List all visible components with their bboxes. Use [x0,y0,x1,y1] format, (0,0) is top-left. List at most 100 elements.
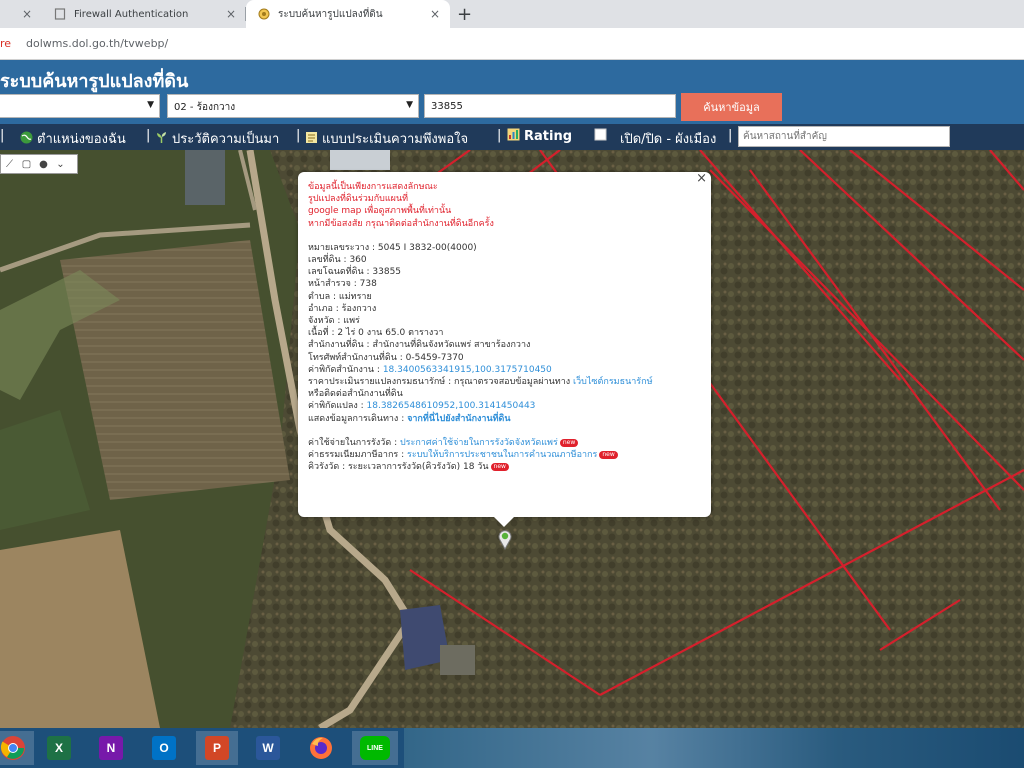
powerpoint-icon: P [205,736,229,760]
menu-separator: | [146,128,151,143]
browser-tab[interactable]: × [0,0,42,28]
city-plan-toggle-label: เปิด/ปิด - ผังเมือง [620,132,717,147]
chevron-down-icon: ▼ [147,100,154,110]
parcel-number-input[interactable] [424,94,676,118]
taskbar-chrome[interactable] [0,731,34,765]
field-label: ราคาประเมินรายแปลงกรมธนารักษ์ [308,377,446,388]
page-icon [54,8,66,20]
globe-icon [20,131,33,144]
taskbar-outlook[interactable]: O [143,731,185,765]
browser-tab-firewall[interactable]: Firewall Authentication × [42,0,246,28]
field-area: เนื้อที่ : 2 ไร่ 0 งาน 65.0 ตารางวา [308,328,444,339]
tax-service-link[interactable]: ระบบให้บริการประชาชนในการคำนวณภาษีอากร [407,450,597,460]
polygon-tool-icon[interactable]: ▢ [20,159,33,170]
tab-title: ระบบค้นหารูปแปลงที่ดิน [278,8,383,20]
new-tab-button[interactable]: + [457,4,472,25]
field-fee: ค่าใช้จ่ายในการรังวัด : ประกาศค่าใช้จ่าย… [308,437,701,449]
office-coord-link[interactable]: 18.3400563341915,100.3175710450 [383,365,552,375]
location-marker-icon[interactable] [497,528,513,550]
taskbar-background-strip [404,728,1024,768]
field-province: จังหวัด : แพร่ [308,316,360,327]
field-map-sheet: หมายเลขระวาง : 5045 I 3832-00(4000) [308,242,477,253]
field-value: สำนักงานที่ดินจังหวัดแพร่ สาขาร้องกวาง [372,340,531,351]
taskbar-onenote[interactable]: N [90,731,132,765]
landmark-search-input[interactable] [738,126,950,147]
disclaimer-line: รูปแปลงที่ดินร่วมกับแผนที่ [308,194,409,205]
menu-item-my-location[interactable]: ตำแหน่งของฉัน [20,128,126,149]
menu-item-city-plan-toggle[interactable] [594,128,611,144]
field-label: หมายเลขระวาง [308,242,370,253]
field-label: เลขที่ดิน [308,255,341,266]
field-tambon: ตำบล : แม่ทราย [308,291,372,302]
field-label: แสดงข้อมูลการเดินทาง [308,413,399,424]
field-appraisal: ราคาประเมินรายแปลงกรมธนารักษ์ : กรุณาตรว… [308,377,653,388]
search-button[interactable]: ค้นหาข้อมูล [681,93,782,121]
excel-icon: X [47,736,71,760]
taskbar-firefox[interactable] [300,731,342,765]
menu-item-satisfaction-survey[interactable]: แบบประเมินความพึงพอใจ [305,128,468,149]
new-badge: new [490,463,509,472]
circle-tool-icon[interactable]: ● [37,159,50,170]
field-value: 5045 I 3832-00(4000) [377,242,477,253]
word-icon: W [256,736,280,760]
taskbar-excel[interactable]: X [38,731,80,765]
field-label: ค่าพิกัดสำนักงาน [308,364,375,375]
district-select-value: 02 - ร้องกวาง [174,102,236,113]
field-label: ตำบล [308,291,331,302]
field-value: แม่ทราย [338,291,372,302]
close-icon[interactable]: × [430,7,440,21]
treasury-website-link[interactable]: เว็บไซต์กรมธนารักษ์ [573,377,652,387]
menu-item-label: ประวัติความเป็นมา [172,132,280,147]
field-label: ค่าใช้จ่ายในการรังวัด [308,437,392,448]
browser-tab-land-search[interactable]: ระบบค้นหารูปแปลงที่ดิน × [246,0,450,28]
polyline-tool-icon[interactable]: ⟋ [3,159,16,170]
field-value: แพร่ [343,316,360,327]
menu-item-history[interactable]: ประวัติความเป็นมา [155,128,279,149]
security-indicator[interactable]: re [0,37,11,50]
taskbar-powerpoint[interactable]: P [196,731,238,765]
parcel-coord-link[interactable]: 18.3826548610952,100.3141450443 [367,401,536,411]
marker-tool-icon[interactable]: ⌄ [54,159,67,170]
disclaimer-line: หากมีข้อสงสัย กรุณาติดต่อสำนักงานที่ดินอ… [308,218,494,229]
close-icon[interactable]: × [22,7,32,21]
site-header: ระบบค้นหารูปแปลงที่ดิน ▼ 02 - ร้องกวาง ▼… [0,60,1024,124]
field-amphoe: อำเภอ : ร้องกวาง [308,303,377,314]
taskbar-word[interactable]: W [247,731,289,765]
taskbar-line[interactable]: LINE [352,731,398,765]
field-label: ค่าธรรมเนียมภาษีอากร [308,450,399,461]
route-link[interactable]: จากที่นี่ไปยังสำนักงานที่ดิน [407,414,510,424]
url-text[interactable]: dolwms.dol.go.th/tvwebp/ [26,37,168,50]
field-value: 33855 [372,267,402,278]
page-title: ระบบค้นหารูปแปลงที่ดิน [0,71,189,92]
field-label: คิวรังวัด [308,462,340,473]
field-label: โทรศัพท์สำนักงานที่ดิน [308,352,397,363]
form-icon [306,132,317,143]
close-icon[interactable]: × [226,7,236,21]
menu-item-label: แบบประเมินความพึงพอใจ [322,132,469,147]
new-badge: new [559,438,579,447]
field-queue: คิวรังวัด : ระยะเวลาการรังวัด(คิวรังวัด)… [308,461,701,473]
district-select[interactable]: 02 - ร้องกวาง ▼ [167,94,419,118]
tab-title: Firewall Authentication [74,8,189,20]
close-icon[interactable]: × [696,172,707,185]
field-value: 0-5459-7370 [405,352,464,363]
checkbox-icon[interactable] [594,128,607,141]
chevron-down-icon: ▼ [406,100,413,110]
dol-logo-icon [258,8,270,20]
field-label: หน้าสำรวจ [308,279,351,290]
province-select[interactable]: ▼ [0,94,160,118]
parcel-info-popup: × ข้อมูลนี้เป็นเพียงการแสดงลักษณะ รูปแปล… [298,172,711,517]
address-bar[interactable]: re dolwms.dol.go.th/tvwebp/ [0,28,1024,60]
field-parcel-coord: ค่าพิกัดแปลง : 18.3826548610952,100.3141… [308,401,536,412]
chart-icon [507,128,520,141]
menu-separator: | [0,128,5,143]
field-value: ระยะเวลาการรังวัด(คิวรังวัด) 18 วัน [347,462,489,473]
field-label: จังหวัด [308,316,335,327]
field-appraisal-suffix: หรือติดต่อสำนักงานที่ดิน [308,389,403,400]
field-value: 360 [349,255,367,266]
outlook-icon: O [152,736,176,760]
menu-item-rating[interactable]: Rating [507,128,572,144]
survey-fee-link[interactable]: ประกาศค่าใช้จ่ายในการรังวัดจังหวัดแพร่ [400,438,558,448]
field-office-phone: โทรศัพท์สำนักงานที่ดิน : 0-5459-7370 [308,352,464,363]
disclaimer-line: ข้อมูลนี้เป็นเพียงการแสดงลักษณะ [308,182,438,192]
